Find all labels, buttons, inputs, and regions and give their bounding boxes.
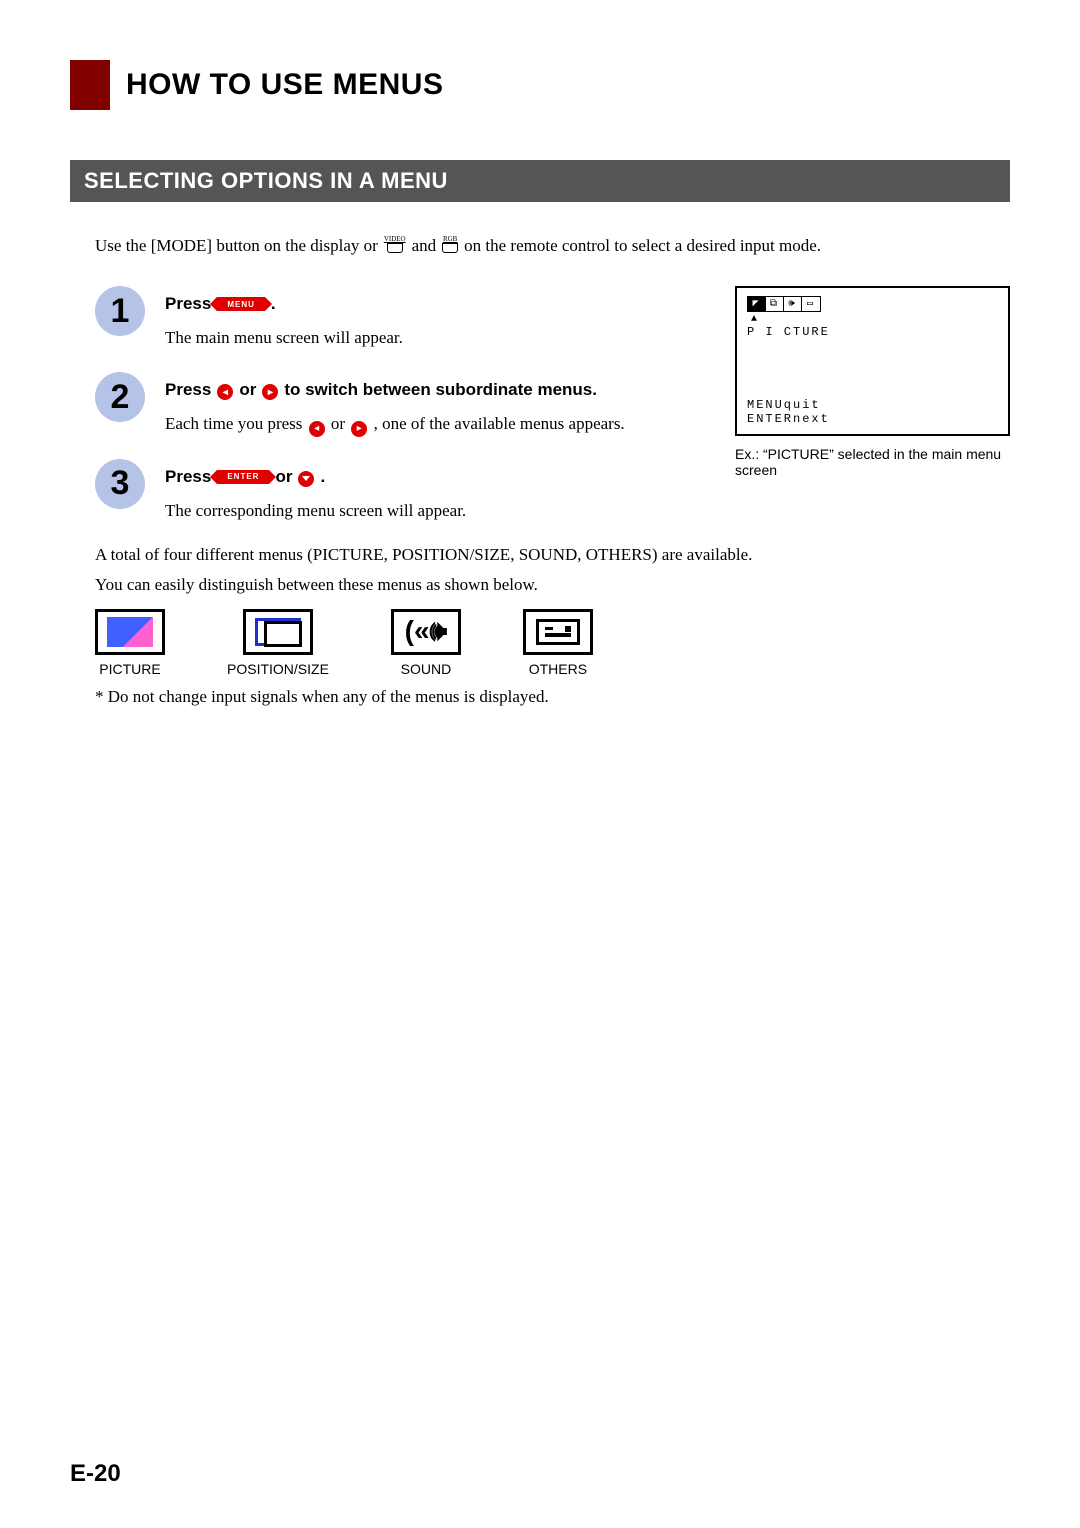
left-button-icon: ◂: [217, 384, 233, 400]
screen-mock: ◤ ⧉ 🕪 ▭ ▲ P I CTURE MENUquit ENTERnext: [735, 286, 1010, 436]
menu-label: PICTURE: [99, 661, 160, 677]
video-button-icon: VIDEO: [384, 236, 406, 253]
right-button-icon: ▸: [351, 421, 367, 437]
position-tab-icon: ⧉: [766, 297, 784, 311]
sound-tab-icon: 🕪: [784, 297, 802, 311]
menu-label: OTHERS: [529, 661, 587, 677]
intro-part-a: Use the [MODE] button on the display or: [95, 236, 378, 256]
after-label: to switch between subordinate menus.: [284, 380, 597, 400]
screen-line2: ENTERnext: [747, 412, 830, 426]
menu-icons-row: PICTURE POSITION/SIZE («🕪 SOUND OTHERS: [95, 609, 1010, 677]
menu-label: POSITION/SIZE: [227, 661, 329, 677]
press-label: Press: [165, 294, 211, 314]
enter-button-icon: ENTER: [217, 470, 269, 484]
screen-label: P I CTURE: [747, 325, 998, 339]
step-desc: Each time you press ◂ or ▸ , one of the …: [165, 414, 625, 435]
step-number: 2: [95, 372, 145, 422]
or-label: or: [275, 467, 292, 487]
picture-tab-icon: ◤: [748, 297, 766, 311]
footnote: * Do not change input signals when any o…: [95, 687, 1010, 707]
menu-label: SOUND: [401, 661, 452, 677]
intro-part-b: and: [412, 236, 437, 256]
notes: A total of four different menus (PICTURE…: [95, 545, 1010, 677]
right-button-icon: ▸: [262, 384, 278, 400]
press-label: Press: [165, 380, 211, 400]
down-button-icon: [298, 471, 314, 487]
rgb-button-icon: RGB: [442, 236, 458, 253]
press-label: Press: [165, 467, 211, 487]
sound-menu-item: («🕪 SOUND: [391, 609, 461, 677]
intro-text: Use the [MODE] button on the display or …: [95, 236, 1010, 256]
position-icon: [243, 609, 313, 655]
position-menu-item: POSITION/SIZE: [227, 609, 329, 677]
picture-icon: [95, 609, 165, 655]
screen-icon-row: ◤ ⧉ 🕪 ▭: [747, 296, 821, 312]
others-menu-item: OTHERS: [523, 609, 593, 677]
step-number: 3: [95, 459, 145, 509]
step-desc: The corresponding menu screen will appea…: [165, 501, 466, 521]
note-dist: You can easily distinguish between these…: [95, 575, 1010, 595]
or-label: or: [239, 380, 256, 400]
step-number: 1: [95, 286, 145, 336]
arrow-up-icon: ▲: [751, 314, 998, 325]
page-title: HOW TO USE MENUS: [126, 68, 443, 102]
title-accent: [70, 60, 110, 110]
period: .: [320, 467, 325, 487]
menu-button-icon: MENU: [217, 297, 265, 311]
picture-menu-item: PICTURE: [95, 609, 165, 677]
step-desc: The main menu screen will appear.: [165, 328, 403, 348]
intro-part-c: on the remote control to select a desire…: [464, 236, 821, 256]
page-number: E-20: [70, 1460, 121, 1488]
title-row: HOW TO USE MENUS: [70, 60, 1010, 110]
section-heading: SELECTING OPTIONS IN A MENU: [70, 160, 1010, 202]
left-button-icon: ◂: [309, 421, 325, 437]
others-icon: [523, 609, 593, 655]
sound-icon: («🕪: [391, 609, 461, 655]
screen-line1: MENUquit: [747, 398, 830, 412]
screen-caption: Ex.: “PICTURE” selected in the main menu…: [735, 446, 1010, 478]
others-tab-icon: ▭: [802, 297, 820, 311]
note-total: A total of four different menus (PICTURE…: [95, 545, 1010, 565]
